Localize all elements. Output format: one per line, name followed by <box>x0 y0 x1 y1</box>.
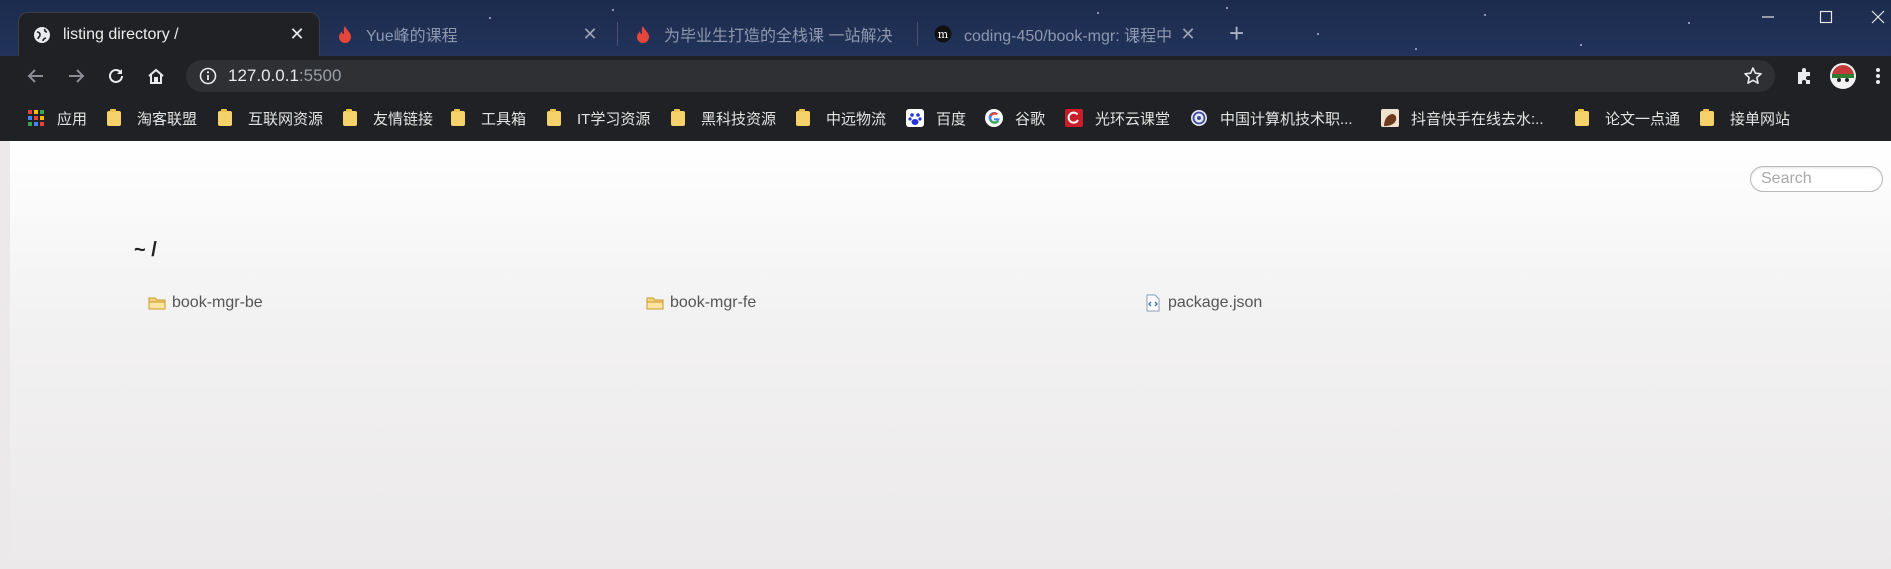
search-input[interactable] <box>1750 166 1883 192</box>
site-info-icon[interactable] <box>198 66 218 86</box>
bookmark-label: IT学习资源 <box>577 110 651 128</box>
directory-listing-page: ~ / book-mgr-be book-mgr-fe package.json <box>10 141 1891 569</box>
bookmark-label: 接单网站 <box>1730 110 1791 128</box>
close-tab-icon[interactable]: ✕ <box>580 24 600 45</box>
bookmark-label: 应用 <box>57 110 88 128</box>
folder-icon <box>148 294 166 312</box>
url-host: 127.0.0.1 <box>228 66 299 85</box>
bookmark-apps[interactable]: 应用 <box>27 106 87 130</box>
folder-icon <box>1575 109 1593 127</box>
bookmark-computer-tech[interactable]: 中国计算机技术职... <box>1190 106 1353 130</box>
minimize-icon[interactable] <box>1753 4 1783 30</box>
folder-icon <box>547 109 565 127</box>
tab-yue-course[interactable]: Yue峰的课程 ✕ <box>322 12 612 56</box>
file-name: package.json <box>1168 294 1263 311</box>
tab-strip: listing directory / ✕ Yue峰的课程 ✕ 为毕业生打造的全… <box>0 0 1891 56</box>
bookmark-label: 友情链接 <box>373 110 434 128</box>
bookmark-folder[interactable]: 接单网站 <box>1700 106 1790 130</box>
back-arrow-icon[interactable] <box>22 62 50 90</box>
file-link-json[interactable]: package.json <box>1144 294 1262 312</box>
folder-icon <box>1700 109 1718 127</box>
circle-logo-icon <box>1190 109 1208 127</box>
extensions-puzzle-icon[interactable] <box>1790 62 1818 90</box>
folder-icon <box>107 109 125 127</box>
bookmark-folder[interactable]: IT学习资源 <box>547 106 650 130</box>
bookmark-label: 光环云课堂 <box>1095 110 1171 128</box>
bookmark-label: 论文一点通 <box>1605 110 1681 128</box>
bookmark-folder[interactable]: 淘客联盟 <box>107 106 197 130</box>
bookmark-label: 谷歌 <box>1015 110 1046 128</box>
address-bar[interactable]: 127.0.0.1:5500 <box>186 60 1775 92</box>
coding-logo-icon: m <box>934 25 952 43</box>
bookmark-folder[interactable]: 论文一点通 <box>1575 106 1680 130</box>
bookmark-baidu[interactable]: 百度 <box>906 106 966 130</box>
bookmark-douyin[interactable]: 抖音快手在线去水:.. <box>1381 106 1544 130</box>
bookmarks-bar: 应用 淘客联盟 互联网资源 友情链接 工具箱 IT学习资源 黑科技资源 中远物流… <box>0 96 1891 141</box>
browser-chrome: listing directory / ✕ Yue峰的课程 ✕ 为毕业生打造的全… <box>0 0 1891 141</box>
menu-dots-icon[interactable] <box>1868 62 1888 90</box>
page-title: ~ / <box>134 239 157 261</box>
bookmark-folder[interactable]: 中远物流 <box>796 106 886 130</box>
close-tab-icon[interactable]: ✕ <box>287 24 307 45</box>
folder-icon <box>218 109 236 127</box>
file-name: book-mgr-fe <box>670 294 757 311</box>
bookmark-label: 百度 <box>936 110 967 128</box>
folder-icon <box>646 294 664 312</box>
bookmark-guanghuan[interactable]: 光环云课堂 <box>1065 106 1170 130</box>
bookmark-folder[interactable]: 工具箱 <box>451 106 526 130</box>
tab-title: listing directory / <box>63 25 179 43</box>
baidu-paw-icon <box>906 109 924 127</box>
bookmark-label: 中国计算机技术职... <box>1220 110 1353 128</box>
file-name: book-mgr-be <box>172 294 263 311</box>
tab-listing-directory[interactable]: listing directory / ✕ <box>18 12 320 56</box>
google-icon <box>985 109 1003 127</box>
browser-toolbar: 127.0.0.1:5500 <box>0 56 1891 96</box>
tab-title: coding-450/book-mgr: 课程中 <box>964 28 1173 45</box>
tab-separator <box>617 22 618 46</box>
avatar-icon <box>1381 109 1399 127</box>
tab-title: Yue峰的课程 <box>366 28 458 45</box>
maximize-icon[interactable] <box>1811 4 1841 30</box>
folder-icon <box>343 109 361 127</box>
close-tab-icon[interactable]: ✕ <box>1178 24 1198 45</box>
apps-grid-icon <box>27 109 45 127</box>
red-logo-icon <box>1065 109 1083 127</box>
json-file-icon <box>1144 294 1162 312</box>
tab-title: 为毕业生打造的全栈课 一站解决 <box>664 28 893 45</box>
bookmark-label: 中远物流 <box>826 110 887 128</box>
bookmark-star-icon[interactable] <box>1741 64 1765 88</box>
url-port: :5500 <box>298 66 342 85</box>
flame-icon <box>634 25 652 43</box>
svg-text:m: m <box>938 28 949 41</box>
profile-avatar-icon[interactable] <box>1827 62 1859 90</box>
bookmark-label: 工具箱 <box>481 110 527 128</box>
forward-arrow-icon[interactable] <box>62 62 90 90</box>
bookmark-label: 淘客联盟 <box>137 110 198 128</box>
bookmark-folder[interactable]: 黑科技资源 <box>671 106 776 130</box>
folder-icon <box>796 109 814 127</box>
folder-icon <box>671 109 689 127</box>
bookmark-label: 黑科技资源 <box>701 110 777 128</box>
tab-fullstack-course[interactable]: 为毕业生打造的全栈课 一站解决 <box>620 12 915 56</box>
tab-coding-book-mgr[interactable]: m coding-450/book-mgr: 课程中 ✕ <box>920 12 1210 56</box>
file-link-folder[interactable]: book-mgr-fe <box>646 294 756 312</box>
tab-separator <box>917 22 918 46</box>
home-icon[interactable] <box>142 62 170 90</box>
globe-icon <box>33 26 51 44</box>
bookmark-label: 抖音快手在线去水:.. <box>1411 110 1544 128</box>
bookmark-folder[interactable]: 友情链接 <box>343 106 433 130</box>
bookmark-google[interactable]: 谷歌 <box>985 106 1045 130</box>
bookmark-label: 互联网资源 <box>248 110 324 128</box>
folder-icon <box>451 109 469 127</box>
bookmark-folder[interactable]: 互联网资源 <box>218 106 323 130</box>
close-window-icon[interactable] <box>1865 4 1891 30</box>
new-tab-button[interactable]: + <box>1229 18 1244 48</box>
flame-icon <box>336 25 354 43</box>
file-link-folder[interactable]: book-mgr-be <box>148 294 263 312</box>
reload-icon[interactable] <box>102 62 130 90</box>
